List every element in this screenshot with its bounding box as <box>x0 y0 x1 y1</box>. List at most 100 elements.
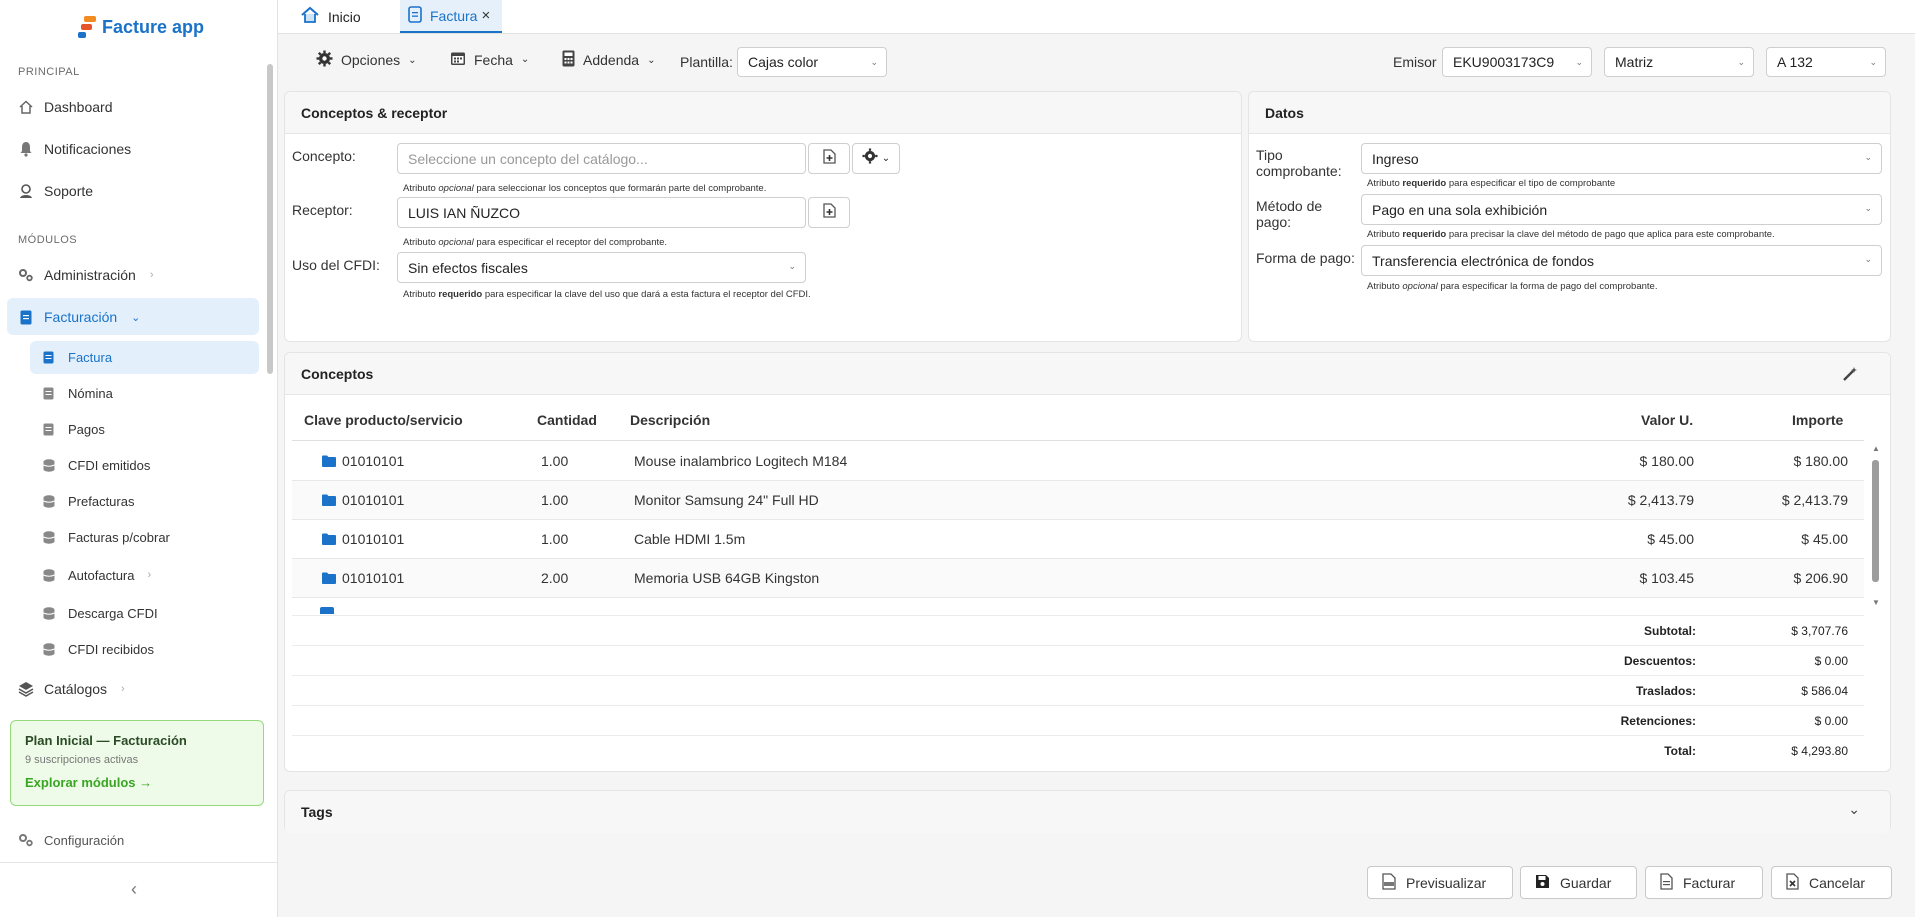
sidebar-item-configuracion[interactable]: Configuración <box>18 828 124 852</box>
section-label-principal: PRINCIPAL <box>18 66 80 78</box>
metodo-pago-select[interactable]: Pago en una sola exhibición ⌄ <box>1361 194 1882 225</box>
close-tab-icon[interactable]: × <box>481 7 490 24</box>
table-row[interactable]: 01010101 1.00 Mouse inalambrico Logitech… <box>292 442 1864 481</box>
plan-card: Plan Inicial — Facturación 9 suscripcion… <box>10 720 264 806</box>
addenda-menu-button[interactable]: Addenda ⌄ <box>562 50 655 70</box>
tipo-comprobante-select[interactable]: Ingreso ⌄ <box>1361 143 1882 174</box>
sidebar-item-label: Dashboard <box>44 99 113 115</box>
sidebar-subitem-nomina[interactable]: Nómina <box>42 383 113 403</box>
gears-icon <box>18 267 34 283</box>
plan-title: Plan Inicial — Facturación <box>25 733 187 748</box>
sidebar-subitem-label: Factura <box>68 349 113 365</box>
explore-modules-link[interactable]: Explorar módulos → <box>25 775 249 790</box>
sidebar: Facture app PRINCIPAL Dashboard Notifica… <box>0 0 278 917</box>
sidebar-scrollbar[interactable] <box>267 60 273 700</box>
folder-icon <box>322 493 336 509</box>
guardar-button[interactable]: Guardar <box>1520 866 1637 899</box>
calculator-icon <box>562 50 575 70</box>
receptor-help: Atributo opcional para especificar el re… <box>403 237 668 248</box>
previsualizar-button[interactable]: Previsualizar <box>1367 866 1513 899</box>
add-receptor-button[interactable] <box>808 197 850 228</box>
sidebar-item-label: Soporte <box>44 183 94 199</box>
sidebar-item-soporte[interactable]: Soporte <box>18 179 93 203</box>
sidebar-item-facturacion[interactable]: Facturación ⌄ <box>18 305 140 329</box>
total-label: Total: <box>1664 744 1696 758</box>
cell-clave: 01010101 <box>342 453 405 469</box>
facturar-button[interactable]: Facturar <box>1645 866 1763 899</box>
sidebar-item-dashboard[interactable]: Dashboard <box>18 95 113 119</box>
forma-pago-select[interactable]: Transferencia electrónica de fondos ⌄ <box>1361 245 1882 276</box>
sidebar-subitem-facturas-por-cobrar[interactable]: Facturas p/cobrar <box>42 527 170 547</box>
table-row[interactable]: 01010101 2.00 Memoria USB 64GB Kingston … <box>292 559 1864 598</box>
scroll-down-arrow[interactable]: ▼ <box>1872 598 1880 607</box>
sidebar-subitem-prefacturas[interactable]: Prefacturas <box>42 491 134 511</box>
sidebar-scrollbar-thumb[interactable] <box>267 64 273 374</box>
magic-wand-icon[interactable] <box>1842 366 1858 387</box>
sidebar-subitem-pagos[interactable]: Pagos <box>42 419 105 439</box>
opciones-menu-button[interactable]: Opciones ⌄ <box>316 50 417 70</box>
concepto-options-button[interactable]: ⌄ <box>852 143 900 174</box>
sidebar-item-administracion[interactable]: Administración › <box>18 263 154 287</box>
concepto-help: Atributo opcional para seleccionar los c… <box>403 183 767 194</box>
sidebar-subitem-cfdi-recibidos[interactable]: CFDI recibidos <box>42 639 154 659</box>
descuentos-row: Descuentos: $ 0.00 <box>292 645 1864 675</box>
traslados-label: Traslados: <box>1635 684 1696 698</box>
column-header-valor[interactable]: Valor U. <box>1641 412 1693 428</box>
chevron-down-icon[interactable]: ⌄ <box>1848 801 1860 818</box>
folder-icon <box>322 532 336 548</box>
sidebar-item-label: Facturación <box>44 309 118 325</box>
tags-panel[interactable]: Tags ⌄ <box>284 790 1891 833</box>
table-scrollbar-thumb[interactable] <box>1872 460 1879 582</box>
cell-descripcion: Mouse inalambrico Logitech M184 <box>634 453 848 469</box>
cell-cantidad: 1.00 <box>541 531 569 547</box>
app-name: Facture app <box>102 16 205 37</box>
sidebar-subitem-cfdi-emitidos[interactable]: CFDI emitidos <box>42 455 150 475</box>
receptor-input[interactable]: LUIS IAN ÑUZCO <box>397 197 806 228</box>
sucursal-select[interactable]: Matriz ⌄ <box>1604 47 1754 77</box>
divider <box>292 440 1864 441</box>
sidebar-item-notificaciones[interactable]: Notificaciones <box>18 137 131 161</box>
column-header-descripcion[interactable]: Descripción <box>630 412 710 428</box>
column-header-cantidad[interactable]: Cantidad <box>537 412 597 428</box>
fecha-menu-button[interactable]: Fecha ⌄ <box>450 50 529 69</box>
table-row[interactable]: 01010101 1.00 Monitor Samsung 24" Full H… <box>292 481 1864 520</box>
total-row: Total: $ 4,293.80 <box>292 735 1864 765</box>
tab-inicio[interactable]: Inicio <box>292 0 369 33</box>
sidebar-subitem-label: Autofactura <box>68 567 135 583</box>
plantilla-label: Plantilla: <box>680 54 733 70</box>
database-icon <box>42 568 55 582</box>
table-row[interactable]: 01010101 1.00 Cable HDMI 1.5m $ 45.00 $ … <box>292 520 1864 559</box>
scroll-up-arrow[interactable]: ▲ <box>1872 444 1880 453</box>
sidebar-subitem-factura[interactable]: Factura <box>42 347 112 367</box>
cell-valor: $ 103.45 <box>1639 570 1695 586</box>
add-concepto-button[interactable] <box>808 143 850 174</box>
emisor-select[interactable]: EKU9003173C9 ⌄ <box>1442 47 1592 77</box>
sidebar-item-catalogos[interactable]: Catálogos › <box>18 677 125 701</box>
panel-title: Datos <box>1249 92 1890 134</box>
concepto-search-input[interactable]: Seleccione un concepto del catálogo... <box>397 143 806 174</box>
sidebar-subitem-descarga-cfdi[interactable]: Descarga CFDI <box>42 603 158 623</box>
sucursal-value: Matriz <box>1615 54 1654 70</box>
cell-importe: $ 180.00 <box>1793 453 1849 469</box>
table-row-partial <box>292 598 1864 614</box>
chevron-down-icon: ⌄ <box>1869 57 1877 67</box>
column-header-clave[interactable]: Clave producto/servicio <box>304 412 463 428</box>
uso-cfdi-label: Uso del CFDI: <box>292 257 380 273</box>
serie-select[interactable]: A 132 ⌄ <box>1766 47 1886 77</box>
app-logo[interactable]: Facture app <box>78 16 204 38</box>
collapse-sidebar-icon[interactable]: ‹ <box>131 879 137 900</box>
uso-cfdi-select[interactable]: Sin efectos fiscales ⌄ <box>397 252 806 283</box>
cancelar-button[interactable]: Cancelar <box>1771 866 1892 899</box>
table-scrollbar[interactable]: ▲ ▼ <box>1869 444 1881 609</box>
gear-icon <box>862 148 878 169</box>
document-icon <box>18 309 34 325</box>
plantilla-select[interactable]: Cajas color ⌄ <box>737 47 887 77</box>
sidebar-subitem-autofactura[interactable]: Autofactura › <box>42 565 151 585</box>
support-icon <box>18 183 34 199</box>
tab-factura[interactable]: Factura × <box>400 0 502 33</box>
section-label-modulos: MÓDULOS <box>18 234 78 246</box>
subtotal-value: $ 3,707.76 <box>1791 624 1848 638</box>
emisor-value: EKU9003173C9 <box>1453 54 1555 70</box>
column-header-importe[interactable]: Importe <box>1792 412 1843 428</box>
chevron-down-icon: ⌄ <box>1575 57 1583 67</box>
